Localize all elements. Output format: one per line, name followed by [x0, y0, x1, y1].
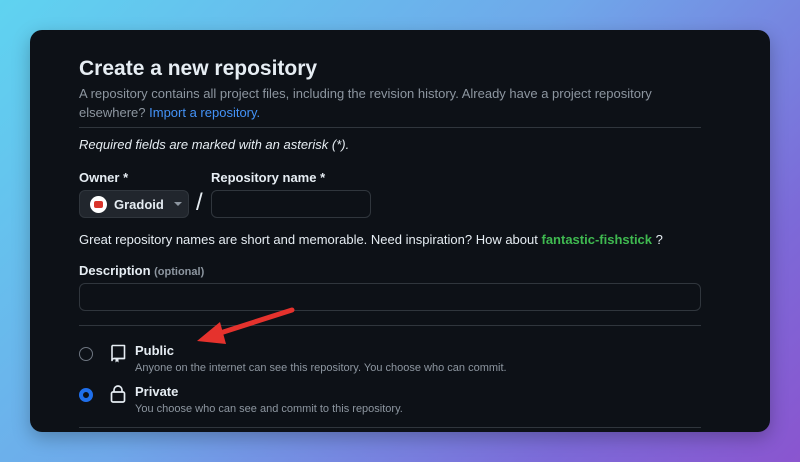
private-label: Private	[135, 384, 179, 399]
page-title: Create a new repository	[79, 57, 318, 80]
required-fields-note: Required fields are marked with an aster…	[79, 137, 350, 152]
hint-suffix: ?	[655, 232, 663, 247]
divider	[79, 427, 701, 428]
hint-text: Great repository names are short and mem…	[79, 232, 538, 247]
public-label: Public	[135, 343, 175, 358]
owner-label: Owner *	[79, 170, 129, 185]
description-input[interactable]	[79, 283, 701, 311]
optional-tag: (optional)	[154, 266, 205, 278]
private-radio[interactable]	[79, 388, 93, 402]
create-repo-card: Create a new repository A repository con…	[30, 30, 770, 432]
description-label-text: Description	[79, 263, 151, 278]
import-repository-link[interactable]: Import a repository.	[149, 105, 260, 120]
divider	[79, 325, 701, 326]
visibility-option-private[interactable]: Private You choose who can see and commi…	[79, 384, 701, 420]
public-description: Anyone on the internet can see this repo…	[135, 362, 507, 374]
owner-avatar	[90, 195, 107, 213]
public-radio[interactable]	[79, 347, 93, 361]
page-subtitle: A repository contains all project files,…	[79, 84, 701, 122]
repository-name-input[interactable]	[211, 190, 371, 218]
divider	[79, 127, 701, 128]
repo-name-hint: Great repository names are short and mem…	[79, 232, 663, 247]
name-suggestion[interactable]: fantastic-fishstick	[541, 232, 652, 247]
chevron-down-icon	[173, 202, 182, 206]
owner-select[interactable]: Gradoid	[79, 190, 189, 218]
repository-name-label: Repository name *	[211, 170, 326, 185]
owner-name: Gradoid	[114, 196, 164, 212]
private-description: You choose who can see and commit to thi…	[135, 403, 403, 415]
repo-icon	[111, 344, 126, 363]
owner-repo-separator: /	[196, 189, 203, 216]
visibility-option-public[interactable]: Public Anyone on the internet can see th…	[79, 343, 701, 379]
lock-icon	[110, 385, 126, 403]
description-label: Description (optional)	[79, 263, 204, 278]
